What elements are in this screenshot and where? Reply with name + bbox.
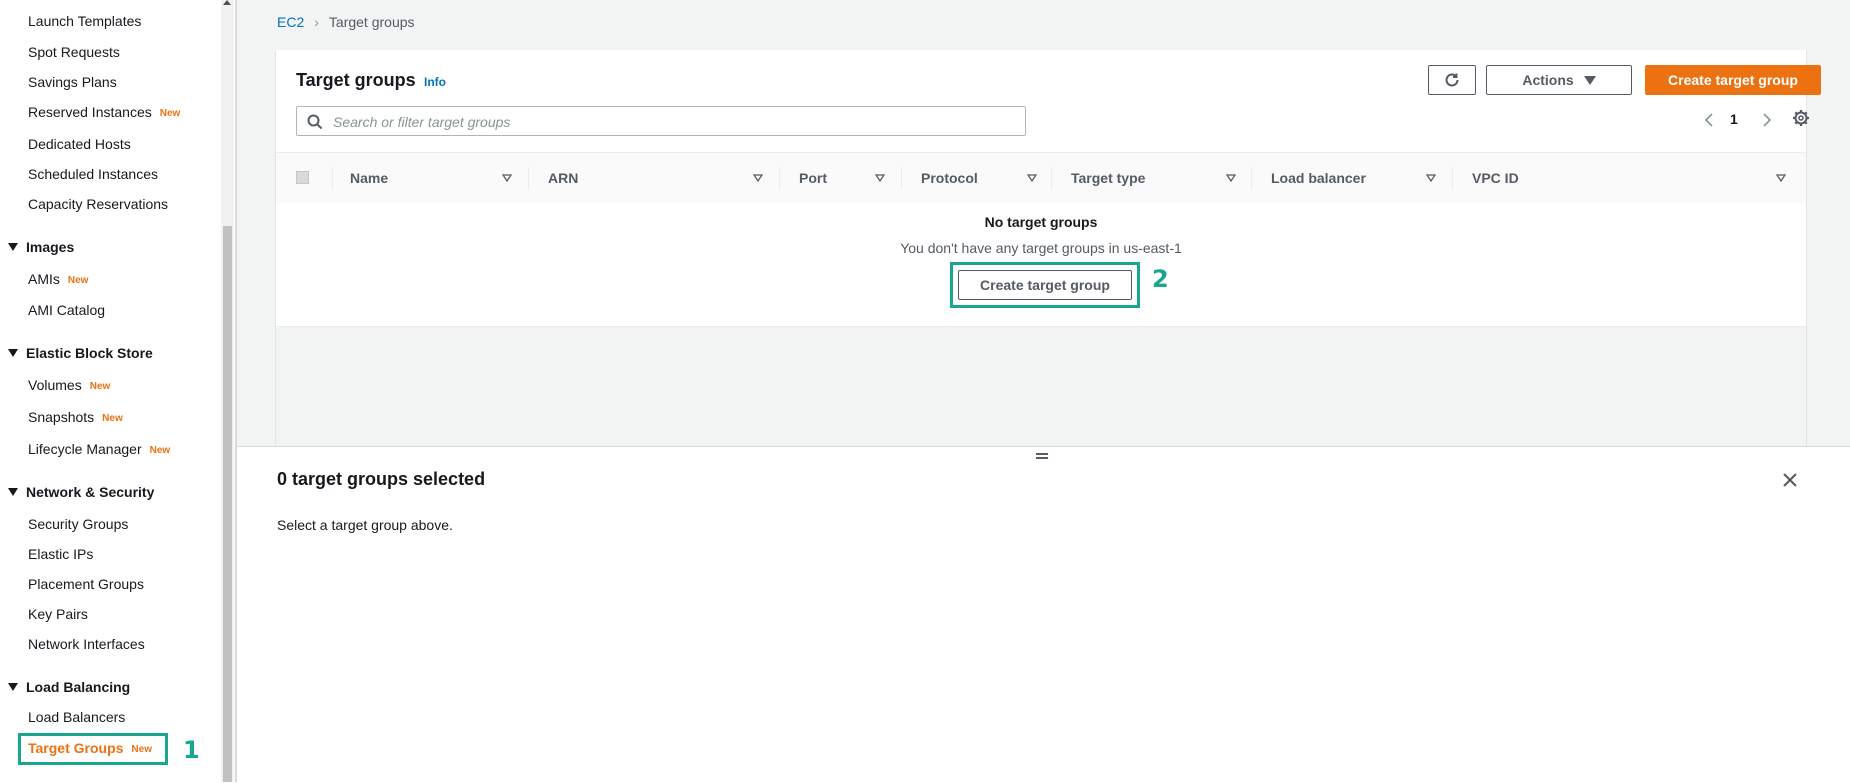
empty-state: No target groups You don't have any targ… (276, 203, 1806, 327)
sidebar-item-amis[interactable]: AMIs New (28, 271, 88, 287)
sort-icon[interactable] (1776, 174, 1786, 182)
sidebar-item-scheduled-instances[interactable]: Scheduled Instances (28, 166, 158, 182)
sidebar-section-elastic-block-store[interactable]: Elastic Block Store (8, 345, 153, 361)
sidebar-item-reserved-instances[interactable]: Reserved Instances New (28, 104, 180, 120)
column-header-load-balancer[interactable]: Load balancer (1251, 153, 1452, 204)
sidebar-item-lifecycle-manager[interactable]: Lifecycle Manager New (28, 441, 170, 457)
empty-state-title: No target groups (984, 214, 1098, 230)
split-panel-description: Select a target group above. (277, 517, 453, 533)
caret-down-icon (8, 488, 18, 497)
info-link[interactable]: Info (424, 75, 446, 89)
sidebar-section-load-balancing[interactable]: Load Balancing (8, 679, 130, 695)
column-header-target-type[interactable]: Target type (1051, 153, 1251, 204)
scroll-up-arrow-icon[interactable] (223, 0, 231, 5)
sort-icon[interactable] (875, 174, 885, 182)
target-groups-panel: Target groups Info Actions Create target… (276, 50, 1821, 446)
scrollbar-thumb[interactable] (223, 226, 232, 782)
new-badge: New (89, 380, 111, 392)
refresh-icon (1445, 73, 1459, 87)
actions-dropdown-button[interactable]: Actions (1486, 65, 1632, 95)
create-target-group-button[interactable]: Create target group (1645, 65, 1821, 95)
sidebar-item-snapshots[interactable]: Snapshots New (28, 409, 123, 425)
gear-icon[interactable] (1792, 109, 1810, 127)
caret-down-icon (8, 243, 18, 252)
annotation-box-step-2 (950, 262, 1140, 308)
sidebar-item-volumes[interactable]: Volumes New (28, 377, 110, 393)
sort-icon[interactable] (1226, 174, 1236, 182)
sidebar-item-spot-requests[interactable]: Spot Requests (28, 44, 120, 60)
sidebar-section-network-security[interactable]: Network & Security (8, 484, 154, 500)
sort-icon[interactable] (1426, 174, 1436, 182)
empty-state-description: You don't have any target groups in us-e… (900, 240, 1182, 256)
create-target-group-label: Create target group (1668, 72, 1798, 88)
column-divider (779, 167, 780, 189)
sidebar-scrollbar[interactable] (221, 0, 234, 782)
main-content: EC2 › Target groups Target groups Info Act… (237, 0, 1850, 446)
column-divider (1452, 167, 1453, 189)
sidebar-item-elastic-ips[interactable]: Elastic IPs (28, 546, 93, 562)
sidebar-item-launch-templates[interactable]: Launch Templates (28, 13, 141, 29)
caret-down-icon (1583, 75, 1596, 85)
search-field[interactable] (296, 106, 1026, 137)
refresh-button[interactable] (1428, 65, 1476, 95)
sidebar-item-key-pairs[interactable]: Key Pairs (28, 606, 88, 622)
sidebar-item-network-interfaces[interactable]: Network Interfaces (28, 636, 145, 652)
sidebar-item-security-groups[interactable]: Security Groups (28, 516, 128, 532)
annotation-box-step-1 (18, 733, 168, 765)
column-divider (1051, 167, 1052, 189)
column-divider (528, 167, 529, 189)
chevron-right-icon: › (314, 14, 319, 30)
column-header-name[interactable]: Name (332, 153, 528, 204)
sort-icon[interactable] (1027, 174, 1037, 182)
drag-handle-icon[interactable] (1036, 453, 1048, 459)
column-divider (901, 167, 902, 189)
new-badge: New (67, 274, 89, 286)
caret-down-icon (8, 683, 18, 692)
chevron-left-icon[interactable] (1704, 112, 1714, 128)
caret-down-icon (8, 349, 18, 358)
sort-icon[interactable] (753, 174, 763, 182)
column-header-protocol[interactable]: Protocol (901, 153, 1051, 204)
table-header: Name ARN Port Protocol Target type Load … (276, 152, 1806, 205)
sidebar-item-ami-catalog[interactable]: AMI Catalog (28, 302, 105, 318)
close-icon[interactable] (1782, 472, 1798, 488)
new-badge: New (159, 107, 181, 119)
annotation-number-1: 1 (183, 736, 200, 764)
page-number[interactable]: 1 (1730, 111, 1738, 127)
new-badge: New (149, 444, 171, 456)
page-title: Target groups (296, 70, 416, 90)
sidebar-item-dedicated-hosts[interactable]: Dedicated Hosts (28, 136, 131, 152)
annotation-number-2: 2 (1152, 265, 1169, 293)
column-header-arn[interactable]: ARN (528, 153, 779, 204)
sidebar-item-load-balancers[interactable]: Load Balancers (28, 709, 125, 725)
sidebar-section-images[interactable]: Images (8, 239, 74, 255)
sidebar: Launch Templates Spot Requests Savings P… (0, 0, 220, 782)
sidebar-item-placement-groups[interactable]: Placement Groups (28, 576, 144, 592)
breadcrumb-current: Target groups (328, 14, 415, 30)
select-all-checkbox[interactable] (296, 171, 309, 184)
sidebar-item-capacity-reservations[interactable]: Capacity Reservations (28, 196, 168, 212)
search-input[interactable] (331, 107, 1015, 137)
split-panel-title: 0 target groups selected (277, 469, 486, 489)
chevron-right-icon[interactable] (1762, 112, 1772, 128)
sort-icon[interactable] (502, 174, 512, 182)
breadcrumb-link-ec2[interactable]: EC2 (277, 14, 304, 30)
breadcrumb: EC2 › Target groups (277, 14, 415, 30)
column-divider (332, 167, 333, 189)
column-header-port[interactable]: Port (779, 153, 901, 204)
new-badge: New (102, 412, 123, 424)
sidebar-item-savings-plans[interactable]: Savings Plans (28, 74, 117, 90)
actions-label: Actions (1522, 72, 1574, 88)
split-panel: 0 target groups selected Select a target… (237, 446, 1850, 783)
column-header-vpc-id[interactable]: VPC ID (1452, 153, 1806, 204)
table-empty-area (276, 327, 1806, 446)
search-icon (307, 114, 323, 130)
column-divider (1251, 167, 1252, 189)
